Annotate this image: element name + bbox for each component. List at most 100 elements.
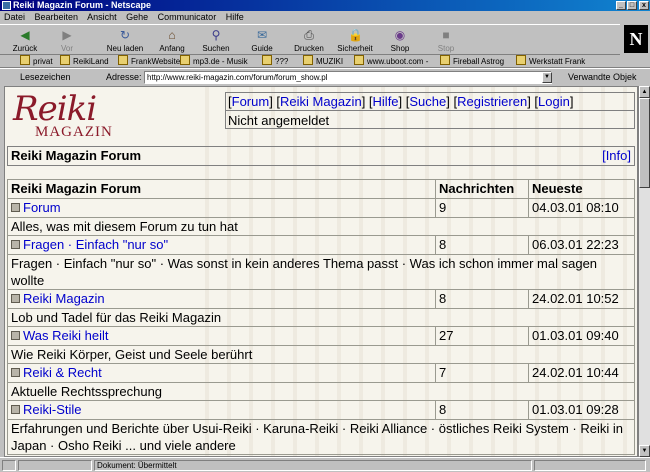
nav-reiki-magazin-link[interactable]: Reiki Magazin bbox=[280, 94, 362, 109]
shop-icon: ◉ bbox=[394, 28, 406, 42]
nav-suche-link[interactable]: Suche bbox=[409, 94, 446, 109]
forum-folder-icon bbox=[11, 331, 20, 340]
bookmark-mp3[interactable]: mp3.de - Musik bbox=[180, 55, 248, 67]
reload-button[interactable]: ↻ Neu laden bbox=[102, 26, 148, 54]
forum-name-cell: Fragen · Einfach "nur so" bbox=[7, 235, 436, 255]
maximize-button[interactable]: □ bbox=[627, 1, 637, 10]
menu-hilfe[interactable]: Hilfe bbox=[226, 12, 244, 22]
bookmark-werkstatt[interactable]: Werkstatt Frank bbox=[516, 55, 585, 67]
forum-link[interactable]: Forum bbox=[23, 200, 61, 215]
status-bar: Dokument: Übermittelt bbox=[0, 457, 650, 472]
scroll-up-icon[interactable]: ▲ bbox=[639, 86, 650, 98]
security-button[interactable]: 🔒 Sicherheit bbox=[334, 26, 376, 54]
forum-link[interactable]: Reiki & Recht bbox=[23, 365, 102, 380]
table-row: Fragen · Einfach "nur so" 8 06.03.01 22:23 bbox=[7, 235, 635, 255]
forum-name-cell: Reiki-Stile bbox=[7, 400, 436, 420]
table-row-description: Fragen · Einfach "nur so" · Was sonst in… bbox=[7, 254, 635, 290]
status-text: Dokument: Übermittelt bbox=[94, 460, 532, 471]
table-row: Reiki Magazin 8 24.02.01 10:52 bbox=[7, 289, 635, 309]
forum-name-cell: Forum bbox=[7, 198, 436, 218]
bookmark-unknown[interactable]: ??? bbox=[262, 55, 288, 67]
info-link[interactable]: [Info] bbox=[602, 147, 631, 165]
location-bar: Lesezeichen Adresse: http://www.reiki-ma… bbox=[0, 68, 650, 84]
menu-bearbeiten[interactable]: Bearbeiten bbox=[35, 12, 79, 22]
back-arrow-icon: ◀ bbox=[20, 28, 30, 42]
login-status: Nicht angemeldet bbox=[228, 113, 330, 128]
bookmark-privat[interactable]: privat bbox=[20, 55, 53, 67]
table-row-description: Alles, was mit diesem Forum zu tun hat bbox=[7, 217, 635, 236]
table-row: Reiki-Stile 8 01.03.01 09:28 bbox=[7, 400, 635, 420]
latest-date-cell: 06.03.01 22:23 bbox=[528, 235, 635, 255]
reload-icon: ↻ bbox=[119, 28, 131, 42]
forum-link[interactable]: Was Reiki heilt bbox=[23, 328, 108, 343]
forum-description: Wie Reiki Körper, Geist und Seele berühr… bbox=[7, 345, 635, 364]
bookmark-muziki[interactable]: MUZIKI bbox=[303, 55, 343, 67]
message-count-cell: 8 bbox=[435, 400, 529, 420]
forum-header: Reiki Magazin Forum [Info] bbox=[7, 146, 635, 166]
menu-ansicht[interactable]: Ansicht bbox=[87, 12, 117, 22]
forum-title: Reiki Magazin Forum bbox=[11, 148, 142, 163]
reiki-magazin-logo[interactable]: Reiki MAGAZIN bbox=[11, 89, 121, 141]
bookmark-frankwebsite[interactable]: FrankWebsite bbox=[118, 55, 180, 67]
home-icon: ⌂ bbox=[168, 28, 176, 42]
table-header-row: Reiki Magazin Forum Nachrichten Neueste bbox=[7, 179, 635, 199]
guide-button[interactable]: ✉ Guide bbox=[246, 26, 278, 54]
latest-date-cell: 01.03.01 09:40 bbox=[528, 326, 635, 346]
bookmark-reikiland[interactable]: ReikiLand bbox=[60, 55, 109, 67]
forum-description: Lob und Tadel für das Reiki Magazin bbox=[7, 308, 635, 327]
navigation-toolbar: ◀ Zurück ▶ Vor ↻ Neu laden ⌂ Anfang ⚲ Su… bbox=[0, 24, 620, 55]
nav-registrieren-link[interactable]: Registrieren bbox=[457, 94, 527, 109]
table-row-description: Erfahrungen und Berichte über Usui-Reiki… bbox=[7, 419, 635, 455]
menu-gehe[interactable]: Gehe bbox=[126, 12, 148, 22]
menu-datei[interactable]: Datei bbox=[4, 12, 25, 22]
nav-links: [Forum] [Reiki Magazin] [Hilfe] [Suche] … bbox=[226, 93, 634, 111]
nav-login-link[interactable]: Login bbox=[538, 94, 570, 109]
menu-communicator[interactable]: Communicator bbox=[158, 12, 217, 22]
latest-date-cell: 04.03.01 08:10 bbox=[528, 198, 635, 218]
message-count-cell: 27 bbox=[435, 326, 529, 346]
home-button[interactable]: ⌂ Anfang bbox=[154, 26, 190, 54]
forum-link[interactable]: Fragen · Einfach "nur so" bbox=[23, 237, 168, 252]
forum-description: Fragen · Einfach "nur so" · Was sonst in… bbox=[7, 254, 635, 290]
column-header-neueste: Neueste bbox=[528, 179, 635, 199]
minimize-button[interactable]: _ bbox=[616, 1, 626, 10]
nav-forum-link[interactable]: Forum bbox=[232, 94, 270, 109]
vertical-scrollbar[interactable]: ▲ ▼ bbox=[638, 86, 650, 457]
forum-link[interactable]: Reiki-Stile bbox=[23, 402, 82, 417]
latest-date-cell: 01.03.01 09:28 bbox=[528, 400, 635, 420]
forum-folder-icon bbox=[11, 203, 20, 212]
table-row-description: Lob und Tadel für das Reiki Magazin bbox=[7, 308, 635, 327]
search-icon: ⚲ bbox=[211, 28, 221, 42]
latest-date-cell: 24.02.01 10:44 bbox=[528, 363, 635, 383]
scrollbar-thumb[interactable] bbox=[639, 98, 650, 188]
forward-arrow-icon: ▶ bbox=[62, 28, 72, 42]
close-button[interactable]: x bbox=[639, 1, 649, 10]
print-button[interactable]: ⎙ Drucken bbox=[290, 26, 328, 54]
nav-hilfe-link[interactable]: Hilfe bbox=[373, 94, 399, 109]
url-input[interactable]: http://www.reiki-magazin.com/forum/forum… bbox=[144, 71, 552, 84]
related-objects-button[interactable]: Verwandte Objek bbox=[568, 69, 637, 85]
back-button[interactable]: ◀ Zurück bbox=[8, 26, 42, 54]
bookmark-uboot[interactable]: www.uboot.com - bbox=[354, 55, 428, 67]
shop-button[interactable]: ◉ Shop bbox=[385, 26, 415, 54]
menu-bar: Datei Bearbeiten Ansicht Gehe Communicat… bbox=[0, 11, 650, 24]
bookmark-fireball[interactable]: Fireball Astrog bbox=[440, 55, 504, 67]
bookmarks-button[interactable]: Lesezeichen bbox=[20, 69, 71, 85]
table-row: Forum 9 04.03.01 08:10 bbox=[7, 198, 635, 218]
table-row-description: Wie Reiki Körper, Geist und Seele berühr… bbox=[7, 345, 635, 364]
title-bar: Reiki Magazin Forum - Netscape _ □ x bbox=[0, 0, 650, 11]
forum-table: Reiki Magazin Forum Nachrichten Neueste … bbox=[7, 179, 635, 455]
stop-button[interactable]: ■ Stop bbox=[432, 26, 460, 54]
forum-name-cell: Reiki Magazin bbox=[7, 289, 436, 309]
search-button[interactable]: ⚲ Suchen bbox=[198, 26, 234, 54]
forum-name-cell: Was Reiki heilt bbox=[7, 326, 436, 346]
column-header-nachrichten: Nachrichten bbox=[435, 179, 529, 199]
forward-button[interactable]: ▶ Vor bbox=[52, 26, 82, 54]
forum-folder-icon bbox=[11, 240, 20, 249]
stop-icon: ■ bbox=[442, 28, 450, 42]
scroll-down-icon[interactable]: ▼ bbox=[639, 445, 650, 457]
component-bar bbox=[534, 460, 646, 471]
url-dropdown-icon[interactable]: ▼ bbox=[542, 72, 552, 83]
connection-icon bbox=[2, 460, 16, 471]
forum-link[interactable]: Reiki Magazin bbox=[23, 291, 105, 306]
